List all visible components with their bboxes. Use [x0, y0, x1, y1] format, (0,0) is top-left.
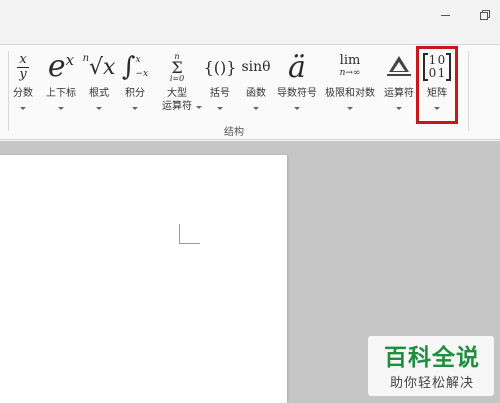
group-divider — [468, 51, 469, 131]
chevron-down-icon — [96, 107, 102, 110]
margin-corner-mark — [179, 224, 180, 244]
minimize-icon — [440, 14, 450, 16]
accent-label: 导数符号 — [277, 88, 317, 99]
operator-button[interactable]: 运算符 — [384, 47, 414, 119]
minimize-button[interactable] — [432, 4, 458, 26]
chevron-down-icon — [294, 107, 300, 110]
accent-button[interactable]: ä 导数符号 — [277, 47, 317, 119]
restore-button[interactable] — [472, 4, 498, 26]
large-operator-button[interactable]: n Σ i=0 大型 运算符 — [160, 47, 202, 119]
watermark-title: 百科全说 — [384, 345, 480, 371]
chevron-down-icon — [347, 107, 353, 110]
integral-icon: ∫ x −x — [121, 52, 149, 82]
fraction-icon: x y — [10, 49, 36, 85]
chevron-down-icon — [196, 106, 202, 109]
operator-icon — [384, 49, 414, 85]
accent-icon: ä — [288, 49, 306, 85]
limit-label: 极限和对数 — [325, 88, 375, 99]
script-icon: e x — [47, 49, 75, 84]
chevron-down-icon — [58, 107, 64, 110]
watermark-subtitle: 助你轻松解决 — [389, 376, 474, 391]
limit-icon: lim n→∞ — [339, 53, 361, 78]
matrix-highlight-box — [416, 46, 458, 124]
operator-label: 运算符 — [384, 88, 414, 99]
chevron-down-icon — [253, 107, 259, 110]
large-operator-label: 大型 — [167, 88, 187, 99]
function-icon: sinθ — [241, 59, 271, 75]
limit-button[interactable]: lim n→∞ 极限和对数 — [325, 47, 375, 119]
bracket-button[interactable]: {()} 括号 — [204, 47, 236, 119]
document-top-margin — [0, 141, 500, 155]
function-button[interactable]: sinθ 函数 — [240, 47, 272, 119]
bracket-icon: {()} — [203, 57, 237, 77]
fraction-label: 分数 — [13, 88, 33, 99]
fraction-button[interactable]: x y 分数 — [10, 47, 36, 119]
integral-label: 积分 — [125, 88, 145, 99]
document-page[interactable] — [0, 155, 287, 403]
title-bar — [0, 0, 500, 30]
group-label-structures: 结构 — [224, 127, 244, 138]
large-operator-icon: n Σ i=0 — [169, 51, 185, 83]
script-button[interactable]: e x 上下标 — [44, 47, 78, 119]
chevron-down-icon — [396, 107, 402, 110]
integral-button[interactable]: ∫ x −x 积分 — [120, 47, 150, 119]
margin-corner-mark — [180, 243, 200, 244]
chevron-down-icon — [132, 107, 138, 110]
restore-icon — [479, 9, 491, 21]
chevron-down-icon — [20, 107, 26, 110]
chevron-down-icon — [217, 107, 223, 110]
function-label: 函数 — [246, 88, 266, 99]
radical-button[interactable]: n √x 根式 — [82, 47, 116, 119]
radical-icon: n √x — [82, 53, 116, 80]
